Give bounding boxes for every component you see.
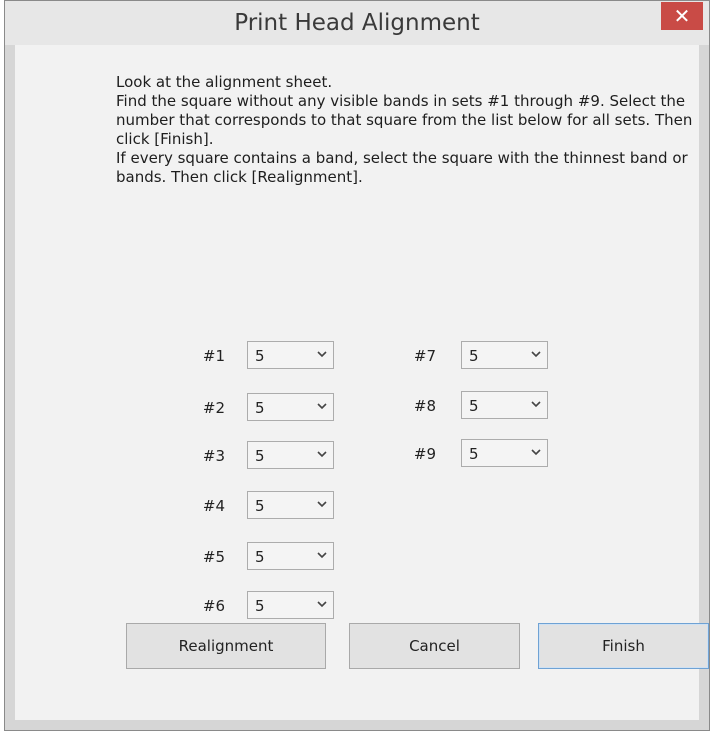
set-label: #3	[202, 447, 225, 465]
set-2-select[interactable]: 5	[247, 393, 334, 421]
set-value: 5	[255, 497, 265, 515]
close-button[interactable]: ✕	[661, 2, 703, 30]
chevron-down-icon	[317, 403, 327, 411]
set-label: #9	[413, 445, 436, 463]
dialog-content: Look at the alignment sheet. Find the sq…	[15, 45, 709, 720]
chevron-down-icon	[317, 552, 327, 560]
set-8-select[interactable]: 5	[461, 391, 548, 419]
chevron-down-icon	[317, 451, 327, 459]
set-label: #8	[413, 397, 436, 415]
set-6-select[interactable]: 5	[247, 591, 334, 619]
instruction-line-1: Look at the alignment sheet.	[116, 73, 333, 91]
set-value: 5	[469, 445, 479, 463]
chevron-down-icon	[531, 351, 541, 359]
set-4-select[interactable]: 5	[247, 491, 334, 519]
instructions-text: Look at the alignment sheet. Find the sq…	[116, 73, 706, 187]
set-value: 5	[255, 597, 265, 615]
close-icon: ✕	[673, 4, 691, 28]
realignment-button[interactable]: Realignment	[126, 623, 326, 669]
set-5-select[interactable]: 5	[247, 542, 334, 570]
set-value: 5	[255, 347, 265, 365]
set-value: 5	[255, 548, 265, 566]
finish-button[interactable]: Finish	[538, 623, 709, 669]
set-label: #6	[202, 597, 225, 615]
chevron-down-icon	[317, 351, 327, 359]
chevron-down-icon	[317, 601, 327, 609]
set-7-select[interactable]: 5	[461, 341, 548, 369]
set-label: #7	[413, 347, 436, 365]
set-value: 5	[469, 347, 479, 365]
set-label: #1	[202, 347, 225, 365]
chevron-down-icon	[531, 401, 541, 409]
dialog-title: Print Head Alignment	[234, 10, 480, 36]
chevron-down-icon	[531, 449, 541, 457]
dialog-window: Print Head Alignment ✕ Look at the align…	[4, 0, 710, 731]
cancel-button[interactable]: Cancel	[349, 623, 520, 669]
instruction-line-2: Find the square without any visible band…	[116, 92, 693, 148]
set-value: 5	[255, 399, 265, 417]
set-label: #5	[202, 548, 225, 566]
title-bar[interactable]: Print Head Alignment ✕	[5, 1, 709, 45]
chevron-down-icon	[317, 501, 327, 509]
set-label: #2	[202, 399, 225, 417]
set-3-select[interactable]: 5	[247, 441, 334, 469]
set-value: 5	[255, 447, 265, 465]
instruction-line-3: If every square contains a band, select …	[116, 149, 688, 186]
set-9-select[interactable]: 5	[461, 439, 548, 467]
set-value: 5	[469, 397, 479, 415]
set-label: #4	[202, 497, 225, 515]
set-1-select[interactable]: 5	[247, 341, 334, 369]
